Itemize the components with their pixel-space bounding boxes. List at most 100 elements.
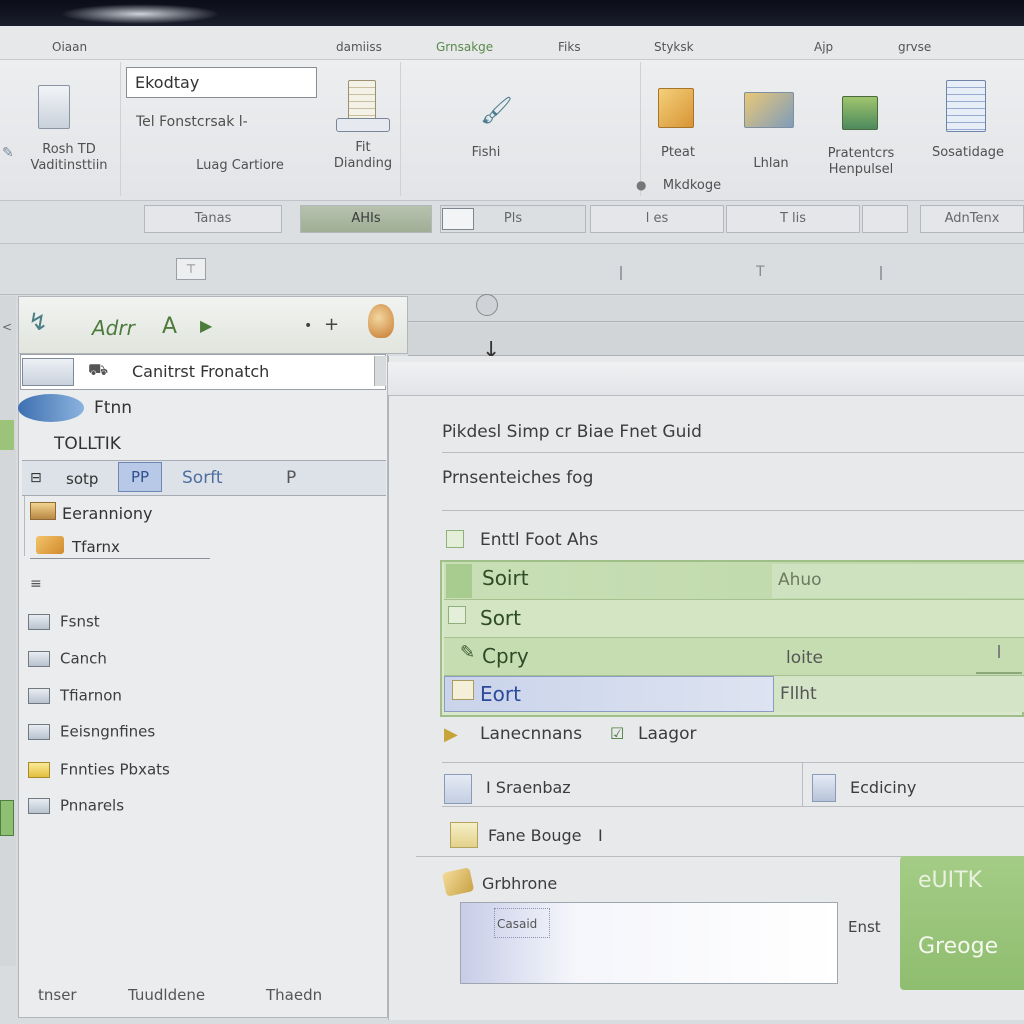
tray-icon — [336, 118, 390, 132]
filter-checkbox[interactable] — [446, 530, 464, 548]
menu-item-4[interactable]: Styksk — [654, 40, 694, 54]
edge-marker — [0, 800, 14, 836]
tree-line — [24, 496, 25, 556]
option-label[interactable]: I Sraenbaz — [486, 778, 571, 797]
legend-label: Laagor — [638, 724, 697, 744]
column-marker — [880, 266, 882, 280]
panel-item[interactable]: Fsnst — [28, 612, 100, 640]
scrollbar[interactable] — [374, 356, 386, 386]
grid-row[interactable] — [444, 638, 1024, 676]
tree-divider — [30, 558, 210, 559]
description-line: Prnsenteiches fog — [442, 468, 594, 488]
panel-item[interactable]: Fnnties Pbxats — [28, 760, 170, 788]
name-box[interactable]: Ekodtay — [126, 67, 317, 98]
grid-cell-tag: I — [976, 642, 1022, 674]
toolbar-item[interactable]: P — [286, 468, 296, 488]
menu-item-6[interactable]: grvse — [898, 40, 931, 54]
tree-item[interactable]: Tfarnx — [72, 538, 120, 556]
table-icon — [28, 797, 50, 814]
formula-label: Tel Fonstcrsak l- — [136, 114, 248, 130]
sort-button[interactable]: Sorft — [182, 468, 223, 488]
ribbon-group-label: Lhlan — [753, 156, 789, 171]
doc-icon — [452, 680, 474, 700]
column-marker: T — [756, 264, 765, 280]
paste-icon[interactable] — [658, 88, 694, 128]
apply-button-top: eUITK — [918, 868, 982, 893]
toolbar-item[interactable]: sotp — [66, 470, 98, 488]
footer-link[interactable]: Thaedn — [266, 986, 322, 1004]
edge-marker — [0, 420, 14, 450]
tab-2[interactable]: Pls — [440, 205, 586, 233]
document-icon[interactable] — [38, 85, 70, 129]
ribbon-group-label: Fishi — [471, 145, 501, 160]
tab-5[interactable]: AdnTenx — [920, 205, 1024, 233]
panel-item[interactable]: Eeisngnfines — [28, 722, 155, 750]
menu-item-2[interactable]: Grnsakge — [436, 40, 493, 54]
add-sign[interactable]: + — [324, 314, 339, 335]
panel-title: Adrr — [92, 316, 135, 340]
car-icon: ⛟ — [88, 360, 109, 379]
toolbar-item-active[interactable]: PP — [118, 462, 162, 492]
function-icon[interactable]: ⊤ — [176, 258, 206, 280]
tab-0[interactable]: Tanas — [144, 205, 282, 233]
folder-icon — [30, 502, 56, 520]
panel-item[interactable]: Pnnarels — [28, 796, 124, 824]
preview-text: Casaid — [494, 908, 550, 938]
bullet-icon: ● — [636, 178, 647, 192]
right-panel-header — [388, 362, 1024, 396]
panel-item[interactable]: Canch — [28, 649, 107, 677]
footer-link[interactable]: tnser — [38, 986, 77, 1004]
images-icon[interactable] — [744, 92, 794, 128]
formula-bar — [0, 245, 1024, 295]
menu-item-3[interactable]: Fiks — [558, 40, 581, 54]
chevron-icon: < — [2, 320, 13, 334]
folder-icon[interactable] — [22, 358, 74, 386]
tab-4[interactable]: T lis — [726, 205, 860, 233]
grid-row[interactable] — [444, 600, 1024, 638]
ribbon-divider — [400, 62, 401, 196]
divider — [442, 510, 1024, 511]
panel-title-letter: A — [162, 314, 178, 339]
grid-cell: Eort — [480, 682, 521, 706]
dot-icon: • — [304, 318, 313, 334]
tree-item[interactable]: Eeranniony — [62, 504, 152, 523]
checkbox-box — [446, 530, 464, 548]
helper-icon[interactable] — [368, 304, 394, 338]
table-icon — [28, 650, 50, 667]
row-handle — [446, 564, 472, 598]
divider — [802, 762, 803, 806]
footer-link[interactable]: Tuudldene — [128, 986, 205, 1004]
pencil-icon: ✎ — [460, 642, 476, 663]
tab-spacer — [862, 205, 908, 233]
table-icon[interactable] — [946, 80, 986, 132]
table-icon — [28, 687, 50, 704]
tab-1[interactable]: AHIs — [300, 205, 432, 233]
tab-3[interactable]: l es — [590, 205, 724, 233]
menu-item-0[interactable]: Oiaan — [52, 40, 87, 54]
row-label: TOLLTIK — [54, 434, 121, 454]
menu-item-5[interactable]: Ajp — [814, 40, 833, 54]
divider — [442, 452, 1024, 453]
grid-cell: Fllht — [780, 684, 817, 704]
brush-icon[interactable]: 🖌 — [480, 96, 513, 126]
chart-icon[interactable] — [842, 96, 878, 130]
panel-item[interactable]: Tfiarnon — [28, 686, 122, 714]
ribbon-group-label: Sosatidage — [931, 145, 1005, 160]
play-icon[interactable]: ▶ — [200, 316, 212, 335]
column-marker — [620, 266, 622, 280]
divider — [442, 806, 1024, 807]
circle-icon[interactable] — [476, 294, 498, 316]
row-checkbox[interactable] — [448, 606, 466, 624]
preview-side-label: Enst — [848, 918, 881, 936]
ribbon-group-label: Luag Cartiore — [196, 158, 284, 173]
ribbon-group-label: Pteat — [661, 145, 695, 160]
table-icon — [28, 613, 50, 630]
option-label[interactable]: Fane Bouge — [488, 826, 582, 845]
menu-item-1[interactable]: damiiss — [336, 40, 382, 54]
option-label[interactable]: Ecdiciny — [850, 778, 916, 797]
note-icon — [28, 761, 50, 778]
checkbox-label: Enttl Foot Ahs — [480, 530, 599, 550]
arrow-icon[interactable]: ↯ — [28, 308, 62, 338]
ribbon-group-label: Fit Dianding — [333, 140, 393, 171]
apply-button-label: Greoge — [918, 934, 999, 959]
